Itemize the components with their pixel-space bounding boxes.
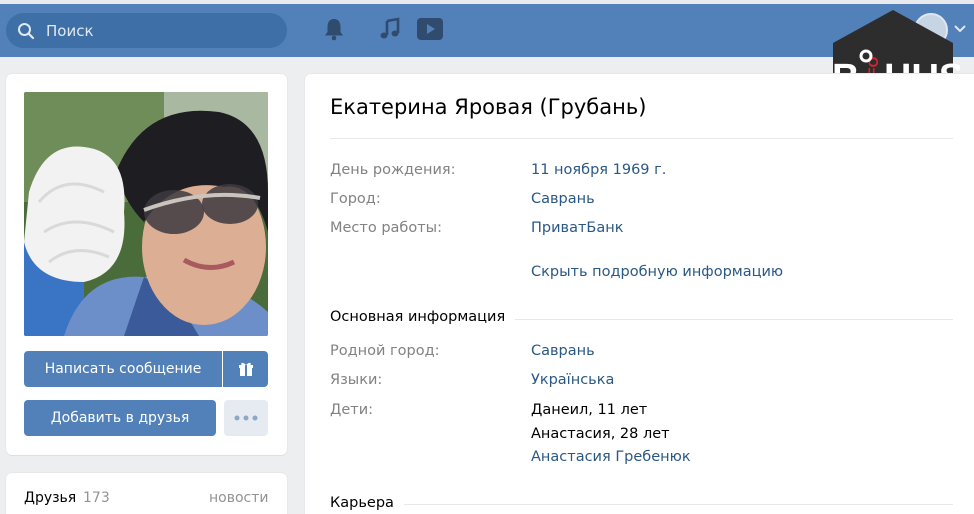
workplace-label: Место работы: xyxy=(330,220,443,236)
languages-label: Языки: xyxy=(330,372,383,388)
music-icon[interactable] xyxy=(376,15,404,43)
career-title: Карьера xyxy=(330,495,404,511)
profile-photo-image xyxy=(24,92,268,336)
profile-info-card: Екатерина Яровая (Грубань) День рождения… xyxy=(305,74,974,514)
languages-value[interactable]: Українська xyxy=(531,372,614,388)
city-value[interactable]: Саврань xyxy=(531,191,595,207)
profile-photo[interactable] xyxy=(24,92,268,336)
add-friend-label: Добавить в друзья xyxy=(50,410,190,426)
gift-icon xyxy=(238,362,253,376)
friends-link[interactable]: Друзья xyxy=(24,490,76,506)
city-label: Город: xyxy=(330,191,381,207)
friends-count: 173 xyxy=(83,490,110,506)
birthday-label: День рождения: xyxy=(330,162,456,178)
main-info-title: Основная информация xyxy=(330,309,516,325)
send-message-button[interactable]: Написать сообщение xyxy=(24,351,222,387)
search-placeholder: Поиск xyxy=(46,22,94,40)
video-icon[interactable] xyxy=(416,15,444,43)
gift-button[interactable] xyxy=(223,351,268,387)
hometown-label: Родной город: xyxy=(330,343,440,359)
career-divider xyxy=(330,504,953,505)
name-divider xyxy=(330,138,953,139)
more-actions-button[interactable] xyxy=(224,400,268,436)
child-1: Данеил, 11 лет xyxy=(531,402,648,418)
top-strip xyxy=(0,0,974,4)
send-message-label: Написать сообщение xyxy=(44,361,202,377)
bell-icon[interactable] xyxy=(320,15,348,43)
search-input[interactable]: Поиск xyxy=(6,13,287,48)
child-2: Анастасия, 28 лет xyxy=(531,426,670,442)
hide-details-link[interactable]: Скрыть подробную информацию xyxy=(531,264,783,280)
friends-block: Друзья 173 новости xyxy=(6,473,287,514)
birthday-value[interactable]: 11 ноября 1969 г. xyxy=(531,162,666,178)
hometown-value[interactable]: Саврань xyxy=(531,343,595,359)
search-icon xyxy=(18,23,35,40)
children-label: Дети: xyxy=(330,402,374,418)
add-friend-button[interactable]: Добавить в друзья xyxy=(24,400,216,436)
profile-sidebar-card: Написать сообщение Добавить в друзья xyxy=(6,74,287,455)
more-dots-icon xyxy=(234,415,258,421)
child-3-link[interactable]: Анастасия Гребенюк xyxy=(531,449,691,465)
workplace-value[interactable]: ПриватБанк xyxy=(531,220,623,236)
friends-news-link[interactable]: новости xyxy=(209,490,269,506)
profile-name: Екатерина Яровая (Грубань) xyxy=(330,95,647,119)
